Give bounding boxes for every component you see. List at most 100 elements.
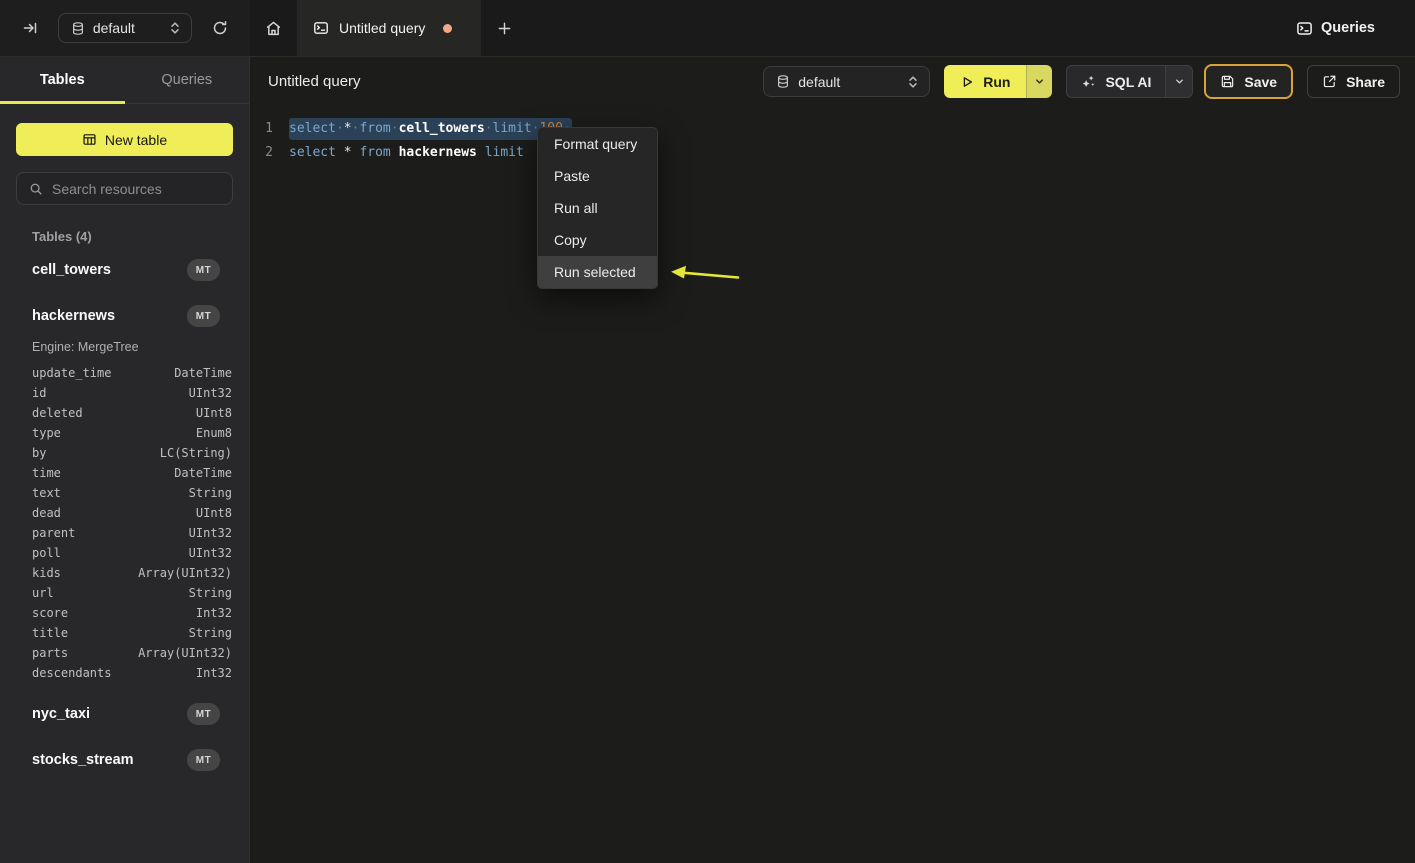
sidebar-tab-tables[interactable]: Tables — [0, 57, 125, 103]
topbar-right: Queries — [1296, 0, 1415, 56]
collapse-sidebar-button[interactable] — [16, 14, 44, 42]
new-table-button[interactable]: New table — [16, 123, 233, 156]
sidebar: Tables Queries New table Tables (4) cell… — [0, 57, 250, 863]
sql-token — [477, 145, 485, 160]
column-type: Int32 — [196, 606, 232, 620]
queries-button[interactable]: Queries — [1296, 20, 1375, 37]
column-row: byLC(String) — [0, 443, 249, 463]
column-row: typeEnum8 — [0, 423, 249, 443]
table-row-stocks-stream[interactable]: stocks_stream MT — [0, 748, 249, 772]
queries-icon — [1296, 20, 1313, 37]
column-type: Int32 — [196, 666, 232, 680]
query-toolbar: default Run — [763, 64, 1400, 99]
hackernews-columns: update_timeDateTimeidUInt32deletedUInt8t… — [0, 363, 249, 683]
table-row-hackernews[interactable]: hackernews MT — [0, 304, 249, 328]
plus-icon — [497, 21, 512, 36]
sidebar-tab-queries-label: Queries — [161, 72, 212, 88]
column-type: LC(String) — [160, 446, 232, 460]
menu-item-paste[interactable]: Paste — [538, 160, 657, 192]
column-row: textString — [0, 483, 249, 503]
query-header: Untitled query default — [250, 57, 1415, 106]
menu-item-run-selected[interactable]: Run selected — [538, 256, 657, 288]
column-type: UInt32 — [189, 546, 232, 560]
table-name: hackernews — [32, 308, 115, 324]
sql-token — [336, 145, 344, 160]
column-name: url — [32, 586, 54, 600]
code-text: select·*·from·cell_towers·limit·100· — [289, 121, 571, 136]
column-name: descendants — [32, 666, 111, 680]
table-row-cell-towers[interactable]: cell_towers MT — [0, 258, 249, 282]
sql-ai-options-button[interactable] — [1165, 66, 1192, 97]
topbar-left: default — [0, 0, 250, 56]
tables-section-label: Tables (4) — [32, 229, 249, 244]
sql-token: select — [289, 145, 336, 160]
sql-ai-split-button: SQL AI — [1066, 65, 1193, 98]
refresh-button[interactable] — [206, 14, 234, 42]
tab-untitled-query[interactable]: Untitled query — [297, 0, 481, 56]
column-type: UInt32 — [189, 386, 232, 400]
table-row-nyc-taxi[interactable]: nyc_taxi MT — [0, 702, 249, 726]
save-button[interactable]: Save — [1204, 64, 1293, 99]
run-options-button[interactable] — [1026, 65, 1052, 98]
column-row: poll UInt32 — [0, 543, 249, 563]
topbar-database-selector[interactable]: default — [58, 13, 192, 43]
sql-token: from — [359, 145, 390, 160]
column-type: DateTime — [174, 466, 232, 480]
chevron-down-icon — [1034, 76, 1045, 87]
column-row: titleString — [0, 623, 249, 643]
menu-item-copy[interactable]: Copy — [538, 224, 657, 256]
run-label: Run — [983, 74, 1010, 90]
sparkles-icon — [1081, 74, 1096, 89]
run-button[interactable]: Run — [944, 65, 1026, 98]
menu-item-format-query[interactable]: Format query — [538, 128, 657, 160]
table-grid-icon — [82, 132, 97, 147]
engine-badge: MT — [187, 305, 220, 327]
app-window: default Untitl — [0, 0, 1415, 863]
unsaved-changes-dot — [443, 24, 452, 33]
share-label: Share — [1346, 74, 1385, 90]
column-name: dead — [32, 506, 61, 520]
menu-item-run-all[interactable]: Run all — [538, 192, 657, 224]
refresh-icon — [212, 20, 228, 36]
column-type: String — [189, 486, 232, 500]
column-type: UInt8 — [196, 506, 232, 520]
column-row: deletedUInt8 — [0, 403, 249, 423]
search-icon — [29, 182, 43, 196]
column-name: title — [32, 626, 68, 640]
column-name: deleted — [32, 406, 83, 420]
sql-token: cell_towers — [399, 121, 485, 136]
column-row: kidsArray(UInt32) — [0, 563, 249, 583]
sidebar-tab-tables-label: Tables — [40, 72, 85, 88]
collapse-sidebar-icon — [22, 20, 38, 36]
toolbar-database-selector[interactable]: default — [763, 66, 930, 97]
column-row: scoreInt32 — [0, 603, 249, 623]
share-button[interactable]: Share — [1307, 65, 1400, 98]
toolbar-database-value: default — [798, 74, 840, 90]
code-text: select * from hackernews limit — [289, 145, 524, 160]
home-button[interactable] — [250, 0, 297, 56]
table-name: nyc_taxi — [32, 706, 90, 722]
column-row: parentUInt32 — [0, 523, 249, 543]
line-number: 2 — [250, 141, 273, 165]
column-name: parent — [32, 526, 75, 540]
sql-ai-button[interactable]: SQL AI — [1067, 66, 1165, 97]
column-row: dead UInt8 — [0, 503, 249, 523]
sql-token: limit — [485, 145, 524, 160]
column-name: time — [32, 466, 61, 480]
database-icon — [71, 21, 85, 36]
sql-ai-label: SQL AI — [1105, 74, 1151, 90]
column-name: poll — [32, 546, 61, 560]
sql-token: · — [485, 121, 493, 136]
sidebar-tab-queries[interactable]: Queries — [125, 57, 250, 103]
column-row: descendants Int32 — [0, 663, 249, 683]
sql-editor[interactable]: 1select·*·from·cell_towers·limit·100·2se… — [250, 106, 1415, 165]
search-input[interactable] — [52, 181, 233, 197]
topbar: default Untitl — [0, 0, 1415, 57]
column-type: Array(UInt32) — [138, 566, 232, 580]
column-type: Array(UInt32) — [138, 646, 232, 660]
new-tab-button[interactable] — [481, 0, 527, 56]
tab-label: Untitled query — [339, 20, 425, 36]
share-icon — [1322, 74, 1337, 89]
sql-token: · — [391, 121, 399, 136]
chevron-updown-icon — [907, 75, 919, 89]
